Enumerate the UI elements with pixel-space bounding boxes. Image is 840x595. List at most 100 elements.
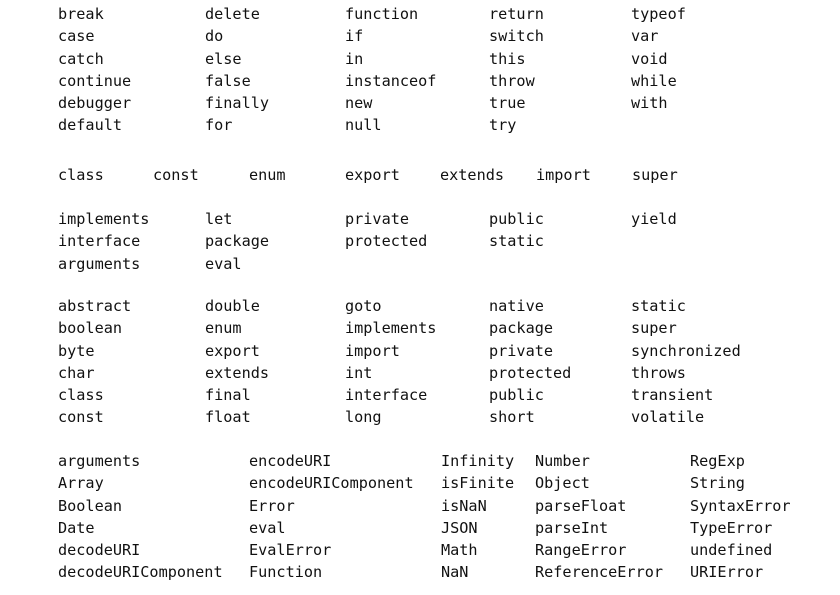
keyword-transient: transient xyxy=(631,386,714,405)
keyword-row: boolean enum implements package super xyxy=(0,317,840,339)
keyword-var: var xyxy=(631,27,659,46)
keyword-math: Math xyxy=(441,541,478,560)
keyword-row: abstract double goto native static xyxy=(0,295,840,317)
keyword-implements: implements xyxy=(345,319,437,338)
keyword-arguments: arguments xyxy=(58,452,141,470)
keyword-row: const float long short volatile xyxy=(0,406,840,428)
keyword-string: String xyxy=(690,474,745,493)
keyword-float: float xyxy=(205,408,251,427)
keyword-date: Date xyxy=(58,518,95,537)
keyword-block-javascript-global-identifiers: arguments encodeURI Infinity Number RegExp Ar… xyxy=(0,450,840,584)
keyword-static: static xyxy=(631,297,686,315)
keyword-else: else xyxy=(205,49,242,68)
keyword-protected: protected xyxy=(345,232,428,251)
keyword-this: this xyxy=(489,49,526,68)
keyword-object: Object xyxy=(535,474,590,493)
keyword-row: decodeURI EvalError Math RangeError undefine… xyxy=(0,539,840,561)
keyword-case: case xyxy=(58,27,95,46)
keyword-byte: byte xyxy=(58,341,95,360)
keyword-rangeerror: RangeError xyxy=(535,541,627,560)
keyword-implements: implements xyxy=(58,210,150,228)
keyword-error: Error xyxy=(249,496,295,515)
keyword-if: if xyxy=(345,27,364,46)
keyword-eval: eval xyxy=(249,518,286,537)
keyword-return: return xyxy=(489,5,544,23)
keyword-public: public xyxy=(489,210,544,228)
keyword-do: do xyxy=(205,27,224,46)
keyword-array: Array xyxy=(58,474,104,493)
keyword-final: final xyxy=(205,386,251,405)
keyword-export: export xyxy=(205,341,260,360)
keyword-row: catch else in this void xyxy=(0,48,840,70)
keyword-isnan: isNaN xyxy=(441,496,487,515)
keyword-package: package xyxy=(205,232,270,251)
keyword-row: case do if switch var xyxy=(0,25,840,47)
keyword-super: super xyxy=(631,319,677,338)
keyword-enum: enum xyxy=(205,319,242,338)
keyword-row: byte export import private synchronized xyxy=(0,340,840,362)
keyword-row: Array encodeURIComponent isFinite Object Str… xyxy=(0,472,840,494)
keyword-arguments: arguments xyxy=(58,254,141,273)
keyword-int: int xyxy=(345,363,373,382)
keyword-short: short xyxy=(489,408,535,427)
keyword-const: const xyxy=(153,166,199,184)
keyword-parseint: parseInt xyxy=(535,518,609,537)
keyword-volatile: volatile xyxy=(631,408,705,427)
keyword-boolean: boolean xyxy=(58,319,123,338)
keyword-finally: finally xyxy=(205,94,270,113)
keyword-typeof: typeof xyxy=(631,5,686,23)
keyword-block-javascript-strict-mode-reserved-words: implements let private public yield interface… xyxy=(0,208,840,275)
keyword-row: implements let private public yield xyxy=(0,208,840,230)
keyword-extends: extends xyxy=(205,363,270,382)
keyword-new: new xyxy=(345,94,373,113)
keyword-row: arguments encodeURI Infinity Number RegExp xyxy=(0,450,840,472)
keyword-row: class final interface public transient xyxy=(0,384,840,406)
keyword-import: import xyxy=(345,341,400,360)
keyword-let: let xyxy=(205,210,233,228)
keyword-class: class xyxy=(58,166,104,184)
keyword-decodeuri: decodeURI xyxy=(58,541,141,560)
keyword-parsefloat: parseFloat xyxy=(535,496,627,515)
keyword-referenceerror: ReferenceError xyxy=(535,563,664,582)
keyword-row: Boolean Error isNaN parseFloat SyntaxError xyxy=(0,495,840,517)
keyword-syntaxerror: SyntaxError xyxy=(690,496,791,515)
keyword-block-javascript-reserved-words: break delete function return typeof case do if s… xyxy=(0,3,840,137)
keyword-public: public xyxy=(489,386,544,405)
keyword-boolean: Boolean xyxy=(58,496,123,515)
keyword-row: default for null try xyxy=(0,114,840,136)
keyword-infinity: Infinity xyxy=(441,452,515,470)
keyword-extends: extends xyxy=(440,166,505,184)
keyword-const: const xyxy=(58,408,104,427)
keyword-enum: enum xyxy=(249,166,286,184)
keyword-super: super xyxy=(632,166,678,184)
keyword-number: Number xyxy=(535,452,590,470)
keyword-json: JSON xyxy=(441,518,478,537)
keyword-while: while xyxy=(631,71,677,90)
keyword-throw: throw xyxy=(489,71,535,90)
keyword-function: function xyxy=(345,5,419,23)
keyword-delete: delete xyxy=(205,5,260,23)
keyword-row: class const enum export extends import super xyxy=(0,164,840,186)
keyword-in: in xyxy=(345,49,364,68)
keyword-protected: protected xyxy=(489,363,572,382)
keyword-yield: yield xyxy=(631,210,677,228)
keyword-package: package xyxy=(489,319,554,338)
keyword-encodeuri: encodeURI xyxy=(249,452,332,470)
keyword-continue: continue xyxy=(58,71,132,90)
keyword-long: long xyxy=(345,408,382,427)
keyword-regexp: RegExp xyxy=(690,452,745,470)
keyword-urierror: URIError xyxy=(690,563,764,582)
keyword-evalerror: EvalError xyxy=(249,541,332,560)
keyword-void: void xyxy=(631,49,668,68)
keyword-interface: interface xyxy=(345,386,428,405)
keyword-block-java-reserved-words: abstract double goto native static boolean enu… xyxy=(0,295,840,429)
keyword-break: break xyxy=(58,5,104,23)
keyword-class: class xyxy=(58,386,104,405)
keyword-row: Date eval JSON parseInt TypeError xyxy=(0,517,840,539)
keyword-double: double xyxy=(205,297,260,315)
keyword-static: static xyxy=(489,232,544,251)
keyword-decodeuricomponent: decodeURIComponent xyxy=(58,563,223,582)
keyword-true: true xyxy=(489,94,526,113)
keyword-private: private xyxy=(489,341,554,360)
keyword-nan: NaN xyxy=(441,563,469,582)
